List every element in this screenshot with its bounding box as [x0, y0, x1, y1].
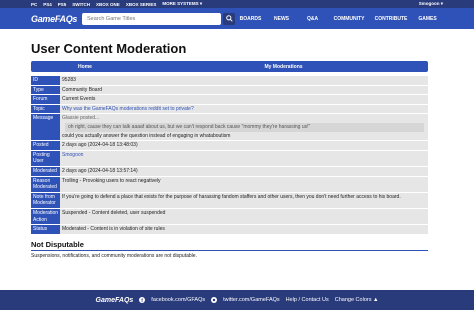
platform-ps5[interactable]: PS5: [58, 2, 67, 7]
search-input[interactable]: Search Game Titles: [81, 12, 222, 25]
nav-contribute[interactable]: CONTRIBUTE: [370, 16, 412, 22]
footer-logo[interactable]: GameFAQs: [96, 297, 134, 304]
platform-xbox-series[interactable]: XBOX SERIES: [126, 2, 157, 7]
message-label: Message: [31, 114, 61, 141]
site-footer: GameFAQs f facebook.com/GFAQs twitter.co…: [0, 290, 474, 310]
status-value: Moderated - Content is in violation of s…: [60, 225, 428, 234]
posted-label: Posted: [31, 141, 61, 150]
not-disputable-text: Suspensions, notifications, and communit…: [31, 252, 197, 259]
moderated-value: 2 days ago (2024-04-18 13:57:14): [60, 166, 428, 176]
row-type: Type Community Board: [31, 85, 428, 95]
nav-qa[interactable]: Q&A: [297, 16, 328, 22]
platform-bar: PC PS4 PS5 SWITCH XBOX ONE XBOX SERIES M…: [0, 0, 474, 8]
platform-more-systems[interactable]: MORE SYSTEMS ▾: [162, 1, 202, 7]
twitter-icon: [211, 297, 218, 303]
note-label: Note from Moderator: [31, 192, 61, 208]
status-label: Status: [31, 225, 61, 234]
nav-games[interactable]: GAMES: [412, 16, 443, 22]
not-disputable-heading: Not Disputable: [31, 239, 84, 249]
platform-ps4[interactable]: PS4: [43, 2, 52, 7]
platform-xbox-one[interactable]: XBOX ONE: [96, 2, 120, 7]
action-value: Suspended - Content deleted, user suspen…: [60, 208, 428, 225]
site-logo[interactable]: GameFAQs: [31, 14, 79, 24]
row-note: Note from Moderator If you're going to d…: [31, 192, 428, 208]
twitter-link[interactable]: twitter.com/GameFAQs: [223, 297, 280, 303]
change-colors-button[interactable]: Change Colors ▲: [335, 297, 379, 303]
posting-user-link[interactable]: Smogoon: [62, 152, 83, 158]
type-label: Type: [31, 85, 61, 95]
note-value: If you're going to defend a place that e…: [60, 192, 428, 208]
tab-my-moderations[interactable]: My Moderations: [139, 61, 428, 72]
topic-link[interactable]: Why was the GameFAQs moderations reddit …: [62, 106, 194, 112]
main-nav: BOARDS NEWS Q&A COMMUNITY CONTRIBUTE GAM…: [235, 16, 443, 22]
type-value: Community Board: [60, 85, 428, 95]
search-button[interactable]: [223, 12, 235, 25]
facebook-icon: f: [139, 297, 146, 303]
action-label: Moderation Action: [31, 208, 61, 225]
quoted-text: oh right, cause they can talk aaaaf abou…: [65, 122, 424, 132]
row-forum: Forum Current Events: [31, 95, 428, 104]
nav-community[interactable]: COMMUNITY: [328, 16, 370, 22]
forum-value: Current Events: [60, 95, 428, 104]
platform-pc[interactable]: PC: [31, 2, 37, 7]
nav-news[interactable]: NEWS: [266, 16, 297, 22]
user-menu[interactable]: Smogoon ▾: [419, 1, 443, 7]
message-value: Glassie posted... oh right, cause they c…: [60, 114, 428, 141]
forum-label: Forum: [31, 95, 61, 104]
row-id: ID 95283: [31, 76, 428, 85]
row-reason: Reason Moderated Trolling - Provoking us…: [31, 176, 428, 192]
row-posting-user: Posting User Smogoon: [31, 150, 428, 166]
message-text: could you actually answer the question i…: [62, 132, 231, 139]
quote-author: Glassie posted...: [62, 115, 100, 122]
row-topic: Topic Why was the GameFAQs moderations r…: [31, 104, 428, 114]
page-title: User Content Moderation: [31, 41, 187, 56]
posted-value: 2 days ago (2024-04-18 13:48:03): [60, 141, 428, 150]
reason-value: Trolling - Provoking users to react nega…: [60, 176, 428, 192]
reason-label: Reason Moderated: [31, 176, 61, 192]
row-status: Status Moderated - Content is in violati…: [31, 225, 428, 234]
row-action: Moderation Action Suspended - Content de…: [31, 208, 428, 225]
nav-boards[interactable]: BOARDS: [235, 16, 266, 22]
tab-home[interactable]: Home: [31, 61, 139, 72]
facebook-link[interactable]: facebook.com/GFAQs: [151, 297, 205, 303]
site-header: GameFAQs Search Game Titles BOARDS NEWS …: [0, 8, 474, 29]
search-placeholder: Search Game Titles: [86, 15, 136, 22]
id-label: ID: [31, 76, 61, 85]
posting-user-label: Posting User: [31, 150, 61, 166]
moderation-details: ID 95283 Type Community Board Forum Curr…: [31, 75, 428, 235]
platform-switch[interactable]: SWITCH: [72, 2, 90, 7]
id-value: 95283: [60, 76, 428, 85]
topic-label: Topic: [31, 104, 61, 114]
search-icon: [225, 15, 233, 22]
row-posted: Posted 2 days ago (2024-04-18 13:48:03): [31, 141, 428, 150]
help-contact-link[interactable]: Help / Contact Us: [286, 297, 329, 303]
moderated-label: Moderated: [31, 166, 61, 176]
section-divider: [31, 249, 428, 251]
moderation-tabs: Home My Moderations: [31, 61, 428, 72]
row-message: Message Glassie posted... oh right, caus…: [31, 114, 428, 141]
row-moderated: Moderated 2 days ago (2024-04-18 13:57:1…: [31, 166, 428, 176]
